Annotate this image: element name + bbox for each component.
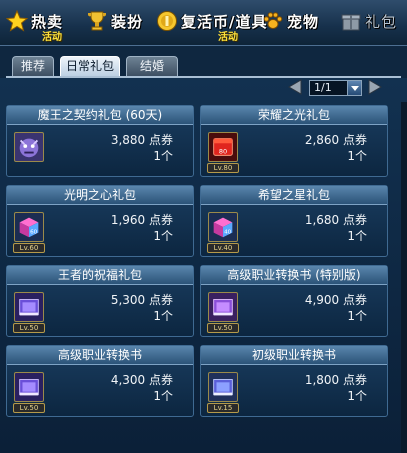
nav-revive-sub: 活动 <box>218 32 238 43</box>
item-panel: 1/1 魔王之契约礼包 (60天) 3,880 点券 1个 荣耀之光礼包 80 … <box>0 78 407 453</box>
pink-blue-box-icon: 40 <box>208 212 238 242</box>
item-title: 王者的祝福礼包 <box>7 266 193 285</box>
svg-text:80: 80 <box>219 148 227 156</box>
coin-icon <box>157 11 177 31</box>
item-price: 1,800 点券 <box>304 373 367 387</box>
level-badge: Lv.50 <box>207 323 239 333</box>
tab-daily-packs[interactable]: 日常礼包 <box>60 56 120 76</box>
prev-page-arrow-icon[interactable] <box>286 78 304 96</box>
item-title: 光明之心礼包 <box>7 186 193 205</box>
nav-gift-label: 礼包 <box>365 13 398 31</box>
item-card[interactable]: 高级职业转换书 Lv.50 4,300 点券 1个 <box>6 345 194 417</box>
book-icon <box>14 292 44 322</box>
page-select[interactable]: 1/1 <box>309 80 362 96</box>
paw-icon <box>263 12 283 29</box>
nav-hot-sub: 活动 <box>42 32 62 43</box>
item-price: 4,300 点券 <box>110 373 173 387</box>
item-card[interactable]: 王者的祝福礼包 Lv.50 5,300 点券 1个 <box>6 265 194 337</box>
next-page-arrow-icon[interactable] <box>366 78 384 96</box>
item-price: 1,960 点券 <box>110 213 173 227</box>
item-quantity: 1个 <box>347 389 367 403</box>
item-card[interactable]: 光明之心礼包 60 Lv.60 1,960 点券 1个 <box>6 185 194 257</box>
item-quantity: 1个 <box>153 309 173 323</box>
trophy-icon <box>88 11 106 31</box>
svg-text:60: 60 <box>30 230 38 236</box>
tab-bar: 推荐 日常礼包 结婚 <box>0 46 407 78</box>
pink-blue-box-icon: 60 <box>14 212 44 242</box>
level-badge: Lv.60 <box>13 243 45 253</box>
book-icon <box>14 372 44 402</box>
level-badge: Lv.40 <box>207 243 239 253</box>
gift-icon <box>341 14 361 31</box>
item-quantity: 1个 <box>347 149 367 163</box>
level-badge: Lv.80 <box>207 163 239 173</box>
item-price: 4,900 点券 <box>304 293 367 307</box>
item-title: 初级职业转换书 <box>201 346 387 365</box>
item-quantity: 1个 <box>347 229 367 243</box>
item-title: 魔王之契约礼包 (60天) <box>7 106 193 125</box>
item-quantity: 1个 <box>153 149 173 163</box>
item-card[interactable]: 荣耀之光礼包 80 Lv.80 2,860 点券 1个 <box>200 105 388 177</box>
nav-revive[interactable]: 复活币/道具 活动 <box>156 6 267 43</box>
purple-creature-icon <box>14 132 44 162</box>
top-nav: 热卖 活动 装扮 复活币/道具 活动 宠物 礼包 <box>0 0 407 46</box>
item-price: 5,300 点券 <box>110 293 173 307</box>
level-badge: Lv.50 <box>13 403 45 413</box>
book-icon <box>208 292 238 322</box>
star-icon <box>6 10 28 32</box>
item-title: 高级职业转换书 <box>7 346 193 365</box>
nav-outfit[interactable]: 装扮 <box>86 6 143 40</box>
svg-text:40: 40 <box>224 230 232 236</box>
chevron-down-icon <box>347 81 361 95</box>
item-price: 3,880 点券 <box>110 133 173 147</box>
nav-gift[interactable]: 礼包 <box>340 6 397 40</box>
tab-wedding[interactable]: 结婚 <box>126 56 178 76</box>
item-card[interactable]: 希望之星礼包 40 Lv.40 1,680 点券 1个 <box>200 185 388 257</box>
item-price: 2,860 点券 <box>304 133 367 147</box>
item-card[interactable]: 魔王之契约礼包 (60天) 3,880 点券 1个 <box>6 105 194 177</box>
tab-recommend[interactable]: 推荐 <box>12 56 54 76</box>
level-badge: Lv.15 <box>207 403 239 413</box>
level-badge: Lv.50 <box>13 323 45 333</box>
page-select-value: 1/1 <box>314 81 332 94</box>
item-card[interactable]: 初级职业转换书 Lv.15 1,800 点券 1个 <box>200 345 388 417</box>
item-title: 高级职业转换书 (特别版) <box>201 266 387 285</box>
item-title: 希望之星礼包 <box>201 186 387 205</box>
scrollbar[interactable] <box>401 102 407 453</box>
item-quantity: 1个 <box>347 309 367 323</box>
book-icon <box>208 372 238 402</box>
item-quantity: 1个 <box>153 389 173 403</box>
nav-hot[interactable]: 热卖 活动 <box>6 6 63 43</box>
nav-pet[interactable]: 宠物 <box>262 6 319 40</box>
item-price: 1,680 点券 <box>304 213 367 227</box>
item-title: 荣耀之光礼包 <box>201 106 387 125</box>
item-quantity: 1个 <box>153 229 173 243</box>
item-card[interactable]: 高级职业转换书 (特别版) Lv.50 4,900 点券 1个 <box>200 265 388 337</box>
nav-outfit-label: 装扮 <box>111 13 144 31</box>
red-box-icon: 80 <box>208 132 238 162</box>
nav-pet-label: 宠物 <box>287 13 320 31</box>
